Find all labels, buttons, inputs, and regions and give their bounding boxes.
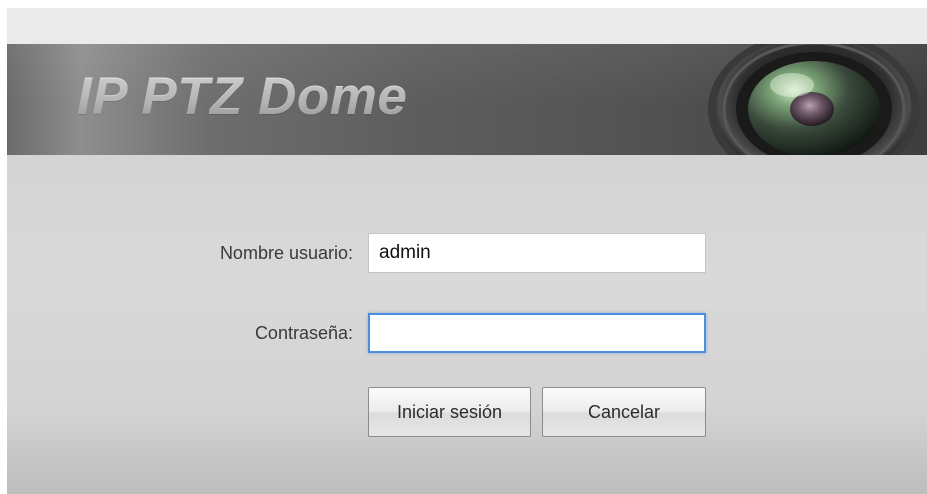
password-field[interactable] (368, 313, 706, 353)
camera-lens-icon (708, 44, 920, 155)
username-field[interactable] (368, 233, 706, 273)
login-button[interactable]: Iniciar sesión (368, 387, 531, 437)
product-title: IP PTZ Dome (77, 67, 408, 126)
login-page: IP PTZ Dome Nombre usuario: admin Contra… (0, 0, 927, 494)
top-strip (7, 8, 927, 44)
header-banner: IP PTZ Dome (7, 44, 927, 155)
username-label: Nombre usuario: (219, 243, 353, 263)
login-form: Nombre usuario: Contraseña: Iniciar sesi… (7, 155, 927, 494)
cancel-button[interactable]: Cancelar (542, 387, 706, 437)
password-label: Contraseña: (254, 323, 353, 343)
